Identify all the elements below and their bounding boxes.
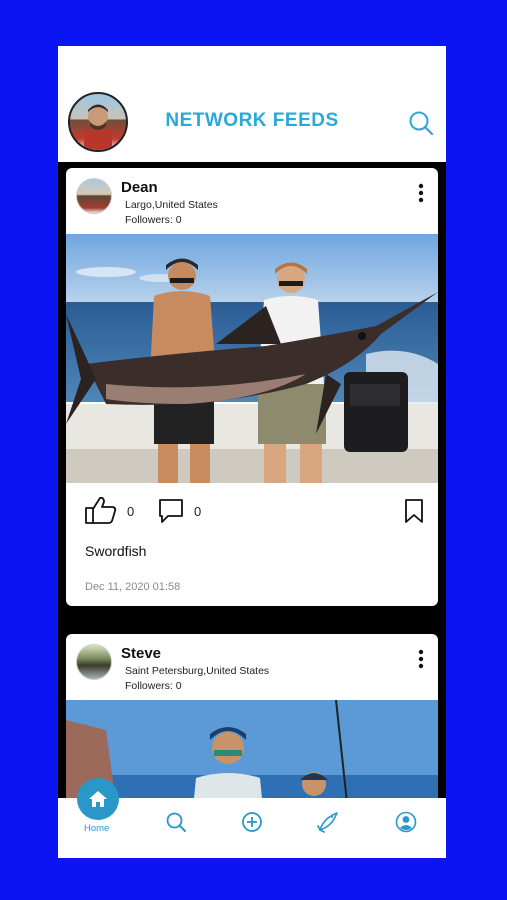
post-author-name[interactable]: Steve (121, 645, 161, 662)
header: NETWORK FEEDS (58, 46, 446, 162)
post-photo[interactable] (66, 700, 438, 798)
post-followers: Followers: 0 (125, 214, 182, 226)
more-options-icon[interactable] (414, 182, 428, 204)
home-icon (89, 791, 107, 807)
avatar[interactable] (76, 644, 112, 680)
fishing-photo (66, 700, 438, 798)
post-author-name[interactable]: Dean (121, 179, 158, 196)
post-location: Saint Petersburg,United States (125, 665, 270, 677)
bottom-tab-bar: Home (58, 778, 446, 858)
page-title: NETWORK FEEDS (165, 110, 339, 131)
post-location: Largo,United States (125, 199, 218, 211)
tab-home-label[interactable]: Home (84, 823, 109, 834)
app-screen: NETWORK FEEDS Dean Largo,United States F… (58, 46, 446, 858)
feed-list[interactable]: Dean Largo,United States Followers: 0 0 … (58, 162, 446, 798)
more-options-icon[interactable] (414, 648, 428, 670)
post-followers: Followers: 0 (125, 680, 182, 692)
feed-post[interactable]: Dean Largo,United States Followers: 0 0 … (66, 168, 438, 606)
profile-icon[interactable] (395, 811, 417, 833)
search-icon[interactable] (165, 811, 187, 833)
like-icon[interactable] (84, 495, 118, 525)
add-icon[interactable] (241, 811, 263, 833)
post-caption: Swordfish (85, 543, 147, 559)
search-icon[interactable] (408, 110, 434, 136)
tab-home[interactable] (77, 778, 119, 820)
fish-icon[interactable] (317, 811, 339, 833)
like-count: 0 (127, 504, 135, 519)
comment-icon[interactable] (158, 498, 184, 524)
feed-post[interactable]: Steve Saint Petersburg,United States Fol… (66, 634, 438, 798)
bookmark-icon[interactable] (404, 498, 424, 524)
post-timestamp: Dec 11, 2020 01:58 (85, 581, 181, 593)
avatar[interactable] (76, 178, 112, 214)
post-photo[interactable] (66, 234, 438, 483)
comment-count: 0 (194, 504, 202, 519)
swordfish-photo (66, 234, 438, 483)
